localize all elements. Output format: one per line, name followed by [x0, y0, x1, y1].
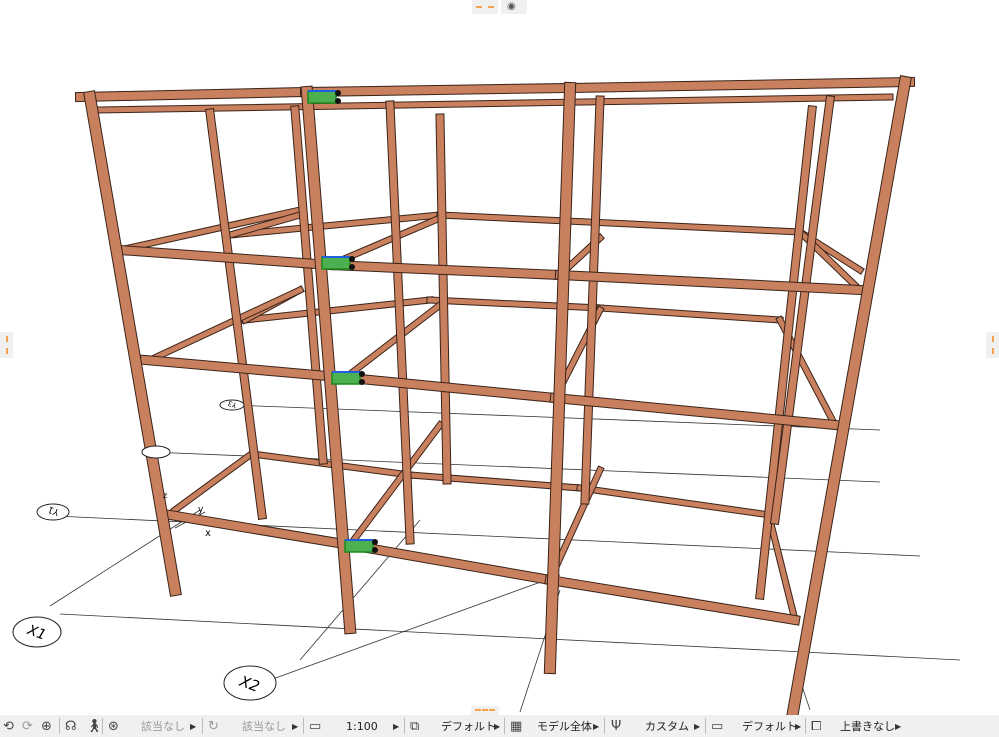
model-view-arrow-icon[interactable]: ▶ [593, 715, 599, 737]
bolt-icon [372, 539, 378, 545]
grid-bubble-y2[interactable] [141, 445, 171, 459]
bolt-icon [372, 547, 378, 553]
structure-dropdown[interactable]: 該当なし [242, 715, 286, 737]
filter-arrow-icon[interactable]: ▶ [190, 715, 196, 737]
axis-label-z: z [163, 491, 167, 500]
front-beam [300, 83, 575, 97]
filter-dropdown[interactable]: 該当なし [141, 715, 185, 737]
override-arrow-icon[interactable]: ▶ [895, 715, 901, 737]
override-dropdown[interactable]: 上書きなし [840, 715, 895, 737]
eye-icon: ◉ [507, 1, 516, 12]
connection-plate [307, 90, 337, 104]
grid-bubble-x1[interactable]: X1 [12, 616, 62, 648]
pen-set-dropdown[interactable]: カスタム [645, 715, 689, 737]
column [84, 91, 181, 596]
back-beam [97, 94, 893, 113]
model-view-icon[interactable]: ▦ [510, 715, 522, 737]
scale-arrow-icon[interactable]: ▶ [393, 715, 399, 737]
bolt-icon [359, 371, 365, 377]
back-beam [577, 485, 773, 518]
back-beam [766, 516, 799, 624]
zoom-in-icon[interactable]: ⊕ [41, 715, 52, 737]
back-beam [346, 421, 444, 549]
undo-view-icon[interactable]: ⟲ [3, 715, 14, 737]
partial-structure-icon[interactable]: ↻ [208, 715, 219, 737]
dimension-dropdown[interactable]: デフォルト [742, 715, 797, 737]
back-beam [437, 212, 803, 235]
graphic-override-icon[interactable]: ⧠ [811, 715, 821, 737]
structure-arrow-icon[interactable]: ▶ [292, 715, 298, 737]
back-beam [341, 301, 444, 382]
grid-line [269, 574, 561, 681]
front-beam [345, 373, 560, 403]
front-beam [555, 270, 865, 295]
connection-plate [344, 539, 374, 553]
pen-set-arrow-icon[interactable]: ▶ [694, 715, 700, 737]
front-beam [345, 540, 555, 585]
grid-bubble-y3[interactable]: Y3 [219, 399, 245, 411]
column [756, 106, 816, 599]
scale-icon[interactable]: ▭ [309, 715, 321, 737]
quick-options-bar: ⟲ ⟳ ⊕ ☊ 🚶︎ ⊛ 該当なし ▶ ↻ 該当なし ▶ ▭ 1:100 ▶ ⧉… [0, 715, 999, 737]
back-beam [597, 305, 783, 323]
layer-dropdown[interactable]: デフォルト [441, 715, 496, 737]
scale-dropdown[interactable]: 1:100 [346, 715, 378, 737]
connection-plate [321, 256, 351, 270]
orbit-icon[interactable]: ☊ [65, 715, 77, 737]
grid-bubble-y1[interactable]: Y1 [36, 503, 70, 521]
3d-viewport[interactable]: X1 X2 Y1 Y3 x y z [0, 0, 999, 715]
bolt-icon [349, 264, 355, 270]
layers-icon[interactable]: ⧉ [410, 715, 419, 737]
dimension-arrow-icon[interactable]: ▶ [795, 715, 801, 737]
dimension-icon[interactable]: ▭ [711, 715, 723, 737]
front-beam [75, 87, 310, 102]
back-beam [146, 286, 304, 364]
grid-line [59, 613, 961, 661]
right-handle-tab[interactable] [986, 332, 999, 358]
bolt-icon [335, 98, 341, 104]
grid-bubble-x2[interactable]: X2 [223, 665, 277, 701]
model-view-dropdown[interactable]: モデル全体 [537, 715, 592, 737]
connection-plate [331, 371, 361, 385]
bolt-icon [349, 256, 355, 262]
left-handle-tab[interactable] [0, 332, 13, 358]
bolt-icon [335, 90, 341, 96]
redo-view-icon[interactable]: ⟳ [22, 715, 33, 737]
top-handle-tab[interactable] [472, 0, 498, 14]
walk-icon[interactable]: 🚶︎ [86, 715, 103, 737]
eye-toggle-tab[interactable]: ◉ [501, 0, 527, 14]
axis-label-x: x [205, 528, 211, 539]
column [787, 76, 911, 715]
pen-set-icon[interactable]: Ψ [611, 715, 621, 737]
layer-arrow-icon[interactable]: ▶ [494, 715, 500, 737]
column [581, 96, 604, 504]
renovation-filter-icon[interactable]: ⊛ [108, 715, 119, 737]
front-beam [325, 260, 565, 280]
axis-label-y: y [198, 505, 204, 515]
bolt-icon [359, 379, 365, 385]
back-beam [171, 451, 254, 514]
